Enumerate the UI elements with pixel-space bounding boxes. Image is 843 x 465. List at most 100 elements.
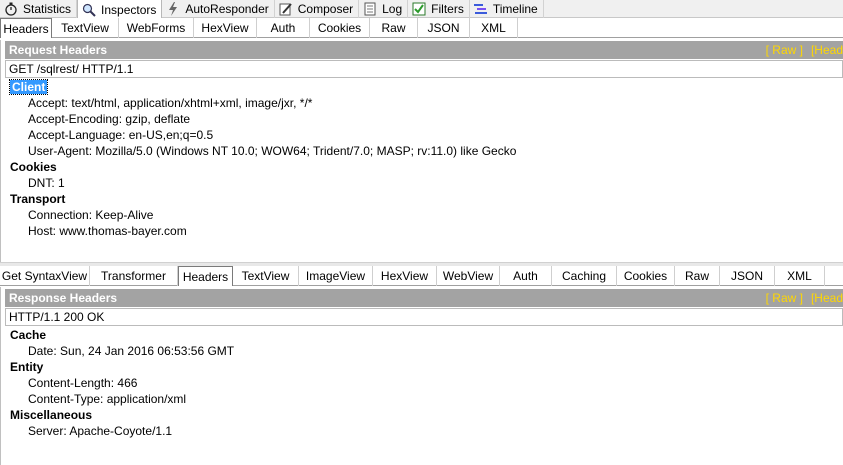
checkbox-icon [412,2,426,16]
group-cache[interactable]: Cache [5,327,843,343]
stopwatch-icon [4,2,18,16]
response-tab-caching[interactable]: Caching [552,266,617,286]
pencil-icon [279,2,293,16]
response-header-definitions-link[interactable]: [Head [811,291,843,305]
header-item[interactable]: Host: www.thomas-bayer.com [5,223,843,239]
tab-timeline[interactable]: Timeline [470,0,544,18]
magnifier-icon [82,3,96,17]
tab-label: Cookies [623,269,668,283]
left-border [0,40,1,262]
header-item[interactable]: Content-Type: application/xml [5,391,843,407]
status-line-text: HTTP/1.1 200 OK [9,310,105,324]
tab-label: TextView [241,269,290,283]
response-tab-cookies[interactable]: Cookies [617,266,675,286]
response-tab-webview[interactable]: WebView [437,266,500,286]
tab-label: JSON [427,21,460,35]
group-entity[interactable]: Entity [5,359,843,375]
response-tab-hexview[interactable]: HexView [373,266,437,286]
tab-label: Timeline [492,2,538,16]
request-tab-raw[interactable]: Raw [370,18,418,38]
tab-label: Cookies [317,21,362,35]
request-headers-title-bar: Request Headers [ Raw ] [Head [5,41,843,59]
header-item[interactable]: User-Agent: Mozilla/5.0 (Windows NT 10.0… [5,143,843,159]
header-item[interactable]: Accept-Encoding: gzip, deflate [5,111,843,127]
tab-label: Inspectors [101,2,157,17]
response-tab-raw[interactable]: Raw [675,266,720,286]
request-tab-xml[interactable]: XML [470,18,518,38]
request-tab-bar: Headers TextView WebForms HexView Auth C… [0,18,843,38]
tab-filters[interactable]: Filters [408,0,470,18]
left-border [0,287,1,465]
response-tab-get-syntaxview[interactable]: Get SyntaxView [0,266,90,286]
status-line: HTTP/1.1 200 OK [5,308,843,326]
document-icon [363,2,377,16]
tab-label: Filters [431,2,464,16]
timeline-icon [473,2,488,16]
response-headers-title: Response Headers [9,291,118,305]
tab-label: ImageView [305,269,366,283]
group-miscellaneous[interactable]: Miscellaneous [5,407,843,423]
request-line: GET /sqlrest/ HTTP/1.1 [5,60,843,78]
header-item[interactable]: Content-Length: 466 [5,375,843,391]
tab-label: HexView [380,269,429,283]
header-item[interactable]: Server: Apache-Coyote/1.1 [5,423,843,439]
tab-label: XML [787,269,812,283]
request-tab-hexview[interactable]: HexView [194,18,257,38]
tab-label: Log [382,2,403,16]
tab-autoresponder[interactable]: AutoResponder [162,0,275,18]
tab-label: Composer [297,2,354,16]
request-tab-json[interactable]: JSON [418,18,470,38]
response-tab-xml[interactable]: XML [775,266,825,286]
tab-label: Transformer [101,269,166,283]
group-cookies[interactable]: Cookies [5,159,843,175]
tab-label: WebForms [126,21,186,35]
response-tab-json[interactable]: JSON [720,266,775,286]
tab-inspectors[interactable]: Inspectors [77,0,163,19]
tab-label: Raw [381,21,406,35]
response-tab-headers[interactable]: Headers [178,266,233,286]
request-raw-link[interactable]: [ Raw ] [766,43,803,57]
response-tab-bar: Get SyntaxView Transformer Headers TextV… [0,266,843,286]
tab-label: XML [481,21,506,35]
request-line-text: GET /sqlrest/ HTTP/1.1 [9,62,134,76]
response-tab-auth[interactable]: Auth [500,266,552,286]
response-tab-transformer[interactable]: Transformer [90,266,178,286]
tab-label: WebView [442,269,494,283]
request-tab-textview[interactable]: TextView [52,18,119,38]
main-tab-bar: Statistics Inspectors AutoResponder Comp… [0,0,843,19]
lightning-icon [166,2,180,16]
response-headers-title-bar: Response Headers [ Raw ] [Head [5,289,843,307]
tab-statistics[interactable]: Statistics [0,0,78,18]
tab-label: Statistics [23,2,72,16]
header-item[interactable]: DNT: 1 [5,175,843,191]
header-item[interactable]: Accept-Language: en-US,en;q=0.5 [5,127,843,143]
response-raw-link[interactable]: [ Raw ] [766,291,803,305]
request-headers-title: Request Headers [9,43,108,57]
tab-label: HexView [201,21,249,35]
response-tab-textview[interactable]: TextView [233,266,299,286]
request-header-definitions-link[interactable]: [Head [811,43,843,57]
request-tab-webforms[interactable]: WebForms [119,18,194,38]
header-item[interactable]: Accept: text/html, application/xhtml+xml… [5,95,843,111]
header-item[interactable]: Date: Sun, 24 Jan 2016 06:53:56 GMT [5,343,843,359]
tab-log[interactable]: Log [359,0,409,18]
tab-label: Headers [182,269,229,284]
group-client[interactable]: Client [5,79,843,95]
response-tab-imageview[interactable]: ImageView [299,266,373,286]
tab-label: Headers [3,21,49,36]
request-header-tree: Client Accept: text/html, application/xh… [5,79,843,239]
request-tab-cookies[interactable]: Cookies [310,18,370,38]
tab-label: AutoResponder [185,2,269,16]
tab-composer[interactable]: Composer [275,0,360,18]
request-tab-auth[interactable]: Auth [257,18,310,38]
tab-label: Auth [513,269,538,283]
tab-label: Get SyntaxView [1,269,88,283]
tab-label: Raw [684,269,709,283]
response-header-tree: Cache Date: Sun, 24 Jan 2016 06:53:56 GM… [5,327,843,439]
tab-label: Auth [270,21,296,35]
tab-label: Caching [561,269,607,283]
header-item[interactable]: Connection: Keep-Alive [5,207,843,223]
group-transport[interactable]: Transport [5,191,843,207]
request-tab-headers[interactable]: Headers [0,18,52,38]
tab-label: JSON [730,269,763,283]
